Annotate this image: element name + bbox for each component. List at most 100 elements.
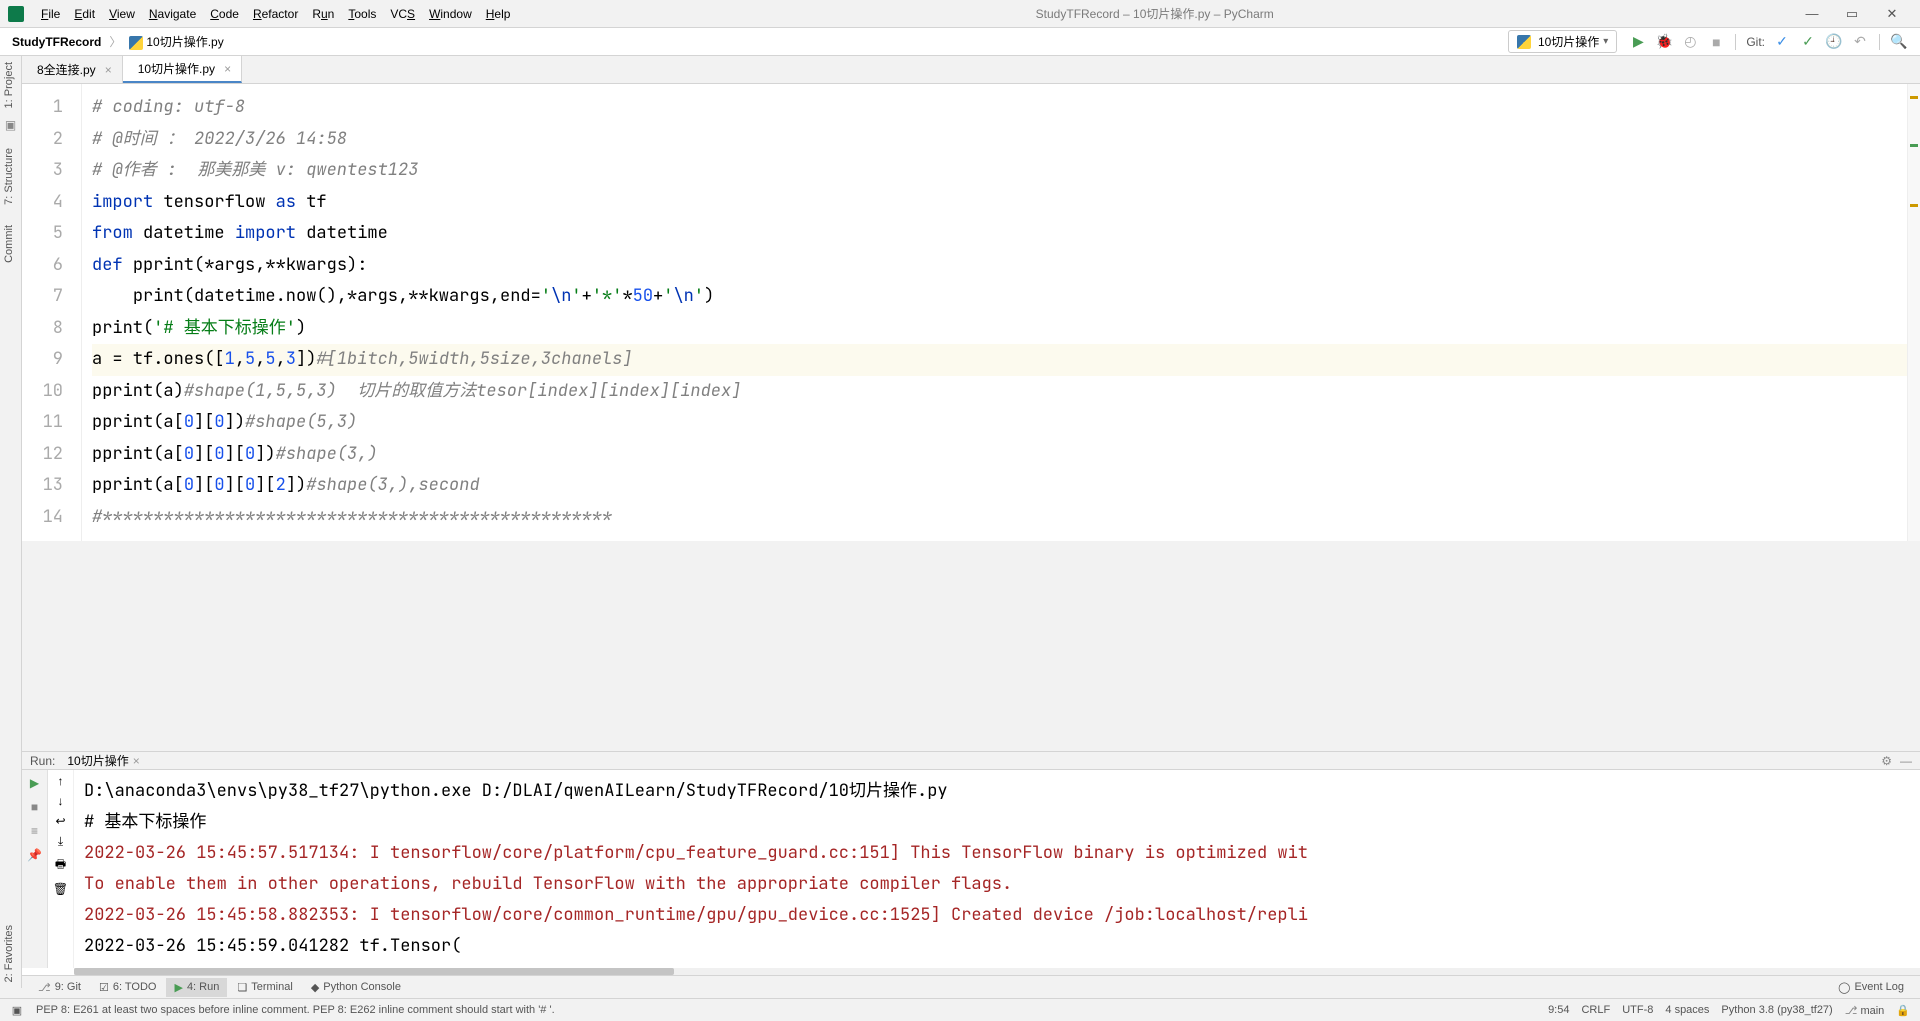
status-branch[interactable]: ⎇ main: [1845, 1004, 1885, 1017]
code-line[interactable]: pprint(a)#shape(1,5,5,3) 切片的取值方法tesor[in…: [92, 376, 1907, 408]
line-number[interactable]: 3: [22, 155, 63, 187]
scrollbar-thumb[interactable]: [74, 968, 674, 975]
breadcrumb-project[interactable]: StudyTFRecord: [8, 34, 105, 50]
code-line[interactable]: def pprint(*args,**kwargs):: [92, 250, 1907, 282]
code-line[interactable]: pprint(a[0][0])#shape(5,3): [92, 407, 1907, 439]
run-button[interactable]: ▶: [1627, 31, 1649, 53]
output-line[interactable]: # 基本下标操作: [84, 807, 1910, 838]
show-toolwindows-icon[interactable]: ▣: [10, 1003, 24, 1017]
up-stack-button[interactable]: ↑: [58, 774, 64, 788]
menu-tools[interactable]: Tools: [341, 7, 383, 21]
code-line[interactable]: #***************************************…: [92, 502, 1907, 534]
code-line[interactable]: pprint(a[0][0][0])#shape(3,): [92, 439, 1907, 471]
status-line-separator[interactable]: CRLF: [1581, 1004, 1610, 1016]
code-line[interactable]: import tensorflow as tf: [92, 187, 1907, 219]
close-icon[interactable]: ×: [105, 63, 112, 77]
line-number[interactable]: 9: [22, 344, 63, 376]
line-number[interactable]: 12: [22, 439, 63, 471]
stop-button[interactable]: ■: [1705, 31, 1727, 53]
window-maximize[interactable]: ▭: [1832, 6, 1872, 22]
line-number[interactable]: 4: [22, 187, 63, 219]
editor-scrollbar[interactable]: [1907, 84, 1920, 541]
code-editor[interactable]: 1234567891011121314 # coding: utf-8# @时间…: [22, 84, 1920, 541]
breadcrumb-file[interactable]: 10切片操作.py: [125, 32, 227, 51]
sidetab-project[interactable]: 1: Project: [0, 56, 18, 114]
output-line[interactable]: 2022-03-26 15:45:58.882353: I tensorflow…: [84, 900, 1910, 931]
status-cursor-pos[interactable]: 9:54: [1548, 1004, 1569, 1016]
code-line[interactable]: from datetime import datetime: [92, 218, 1907, 250]
menu-run[interactable]: Run: [305, 7, 341, 21]
restore-layout-button[interactable]: ≡: [26, 822, 44, 840]
sidetab-favorites[interactable]: 2: Favorites: [0, 919, 18, 988]
git-rollback-button[interactable]: ↶: [1849, 31, 1871, 53]
pin-button[interactable]: 📌: [26, 846, 44, 864]
close-icon[interactable]: ×: [224, 62, 231, 76]
scroll-end-button[interactable]: ⤓: [58, 834, 63, 849]
editor-tab[interactable]: 10切片操作.py ×: [123, 56, 242, 83]
code-line[interactable]: print('# 基本下标操作'): [92, 313, 1907, 345]
close-icon[interactable]: ×: [133, 754, 140, 768]
line-number[interactable]: 5: [22, 218, 63, 250]
menu-code[interactable]: Code: [203, 7, 246, 21]
menu-vcs[interactable]: VCS: [383, 7, 422, 21]
gear-icon[interactable]: ⚙: [1881, 754, 1892, 768]
output-line[interactable]: 2022-03-26 15:45:59.041282 tf.Tensor(: [84, 931, 1910, 962]
code-line[interactable]: pprint(a[0][0][0][2])#shape(3,),second: [92, 470, 1907, 502]
horizontal-scrollbar[interactable]: [74, 968, 1920, 975]
line-number[interactable]: 13: [22, 470, 63, 502]
menu-edit[interactable]: Edit: [67, 7, 102, 21]
line-number[interactable]: 8: [22, 313, 63, 345]
menu-view[interactable]: View: [102, 7, 142, 21]
git-update-button[interactable]: ✓: [1771, 31, 1793, 53]
status-encoding[interactable]: UTF-8: [1622, 1004, 1653, 1016]
code-line[interactable]: print(datetime.now(),*args,**kwargs,end=…: [92, 281, 1907, 313]
sidetab-commit[interactable]: Commit: [0, 219, 18, 269]
debug-button[interactable]: 🐞: [1653, 31, 1675, 53]
menu-file[interactable]: File: [34, 7, 67, 21]
lock-icon[interactable]: 🔒: [1896, 1004, 1910, 1017]
code-line[interactable]: # @作者 : 那美那美 v: qwentest123: [92, 155, 1907, 187]
git-commit-button[interactable]: ✓: [1797, 31, 1819, 53]
run-output[interactable]: D:\anaconda3\envs\py38_tf27\python.exe D…: [74, 770, 1920, 968]
run-config-selector[interactable]: 10切片操作 ▾: [1508, 30, 1617, 53]
output-line[interactable]: To enable them in other operations, rebu…: [84, 869, 1910, 900]
soft-wrap-button[interactable]: ↩: [55, 814, 65, 828]
print-button[interactable]: 🖶: [55, 855, 66, 876]
line-number[interactable]: 7: [22, 281, 63, 313]
coverage-button[interactable]: ◴: [1679, 31, 1701, 53]
menu-window[interactable]: Window: [422, 7, 479, 21]
bottomtab-event-log[interactable]: ◯Event Log: [1830, 978, 1912, 997]
rerun-button[interactable]: ▶: [26, 774, 44, 792]
warning-marker[interactable]: [1910, 96, 1918, 99]
bottomtab-python-console[interactable]: ◆Python Console: [303, 978, 409, 997]
warning-marker[interactable]: [1910, 204, 1918, 207]
bottomtab-todo[interactable]: ☑6: TODO: [91, 978, 164, 997]
status-indent[interactable]: 4 spaces: [1665, 1004, 1709, 1016]
line-number[interactable]: 1: [22, 92, 63, 124]
code-area[interactable]: # coding: utf-8# @时间 ： 2022/3/26 14:58# …: [82, 84, 1907, 541]
bottomtab-git[interactable]: ⎇9: Git: [30, 978, 89, 997]
git-history-button[interactable]: 🕘: [1823, 31, 1845, 53]
output-line[interactable]: 2022-03-26 15:45:57.517134: I tensorflow…: [84, 838, 1910, 869]
sidetab-structure[interactable]: 7: Structure: [0, 142, 18, 211]
line-number[interactable]: 11: [22, 407, 63, 439]
line-number[interactable]: 2: [22, 124, 63, 156]
code-line[interactable]: # coding: utf-8: [92, 92, 1907, 124]
down-stack-button[interactable]: ↓: [58, 794, 64, 808]
clear-button[interactable]: 🗑: [53, 882, 68, 896]
menu-help[interactable]: Help: [479, 7, 518, 21]
code-line[interactable]: a = tf.ones([1,5,5,3])#[1bitch,5width,5s…: [92, 344, 1907, 376]
search-everywhere-button[interactable]: 🔍: [1888, 31, 1910, 53]
bottomtab-terminal[interactable]: ❏Terminal: [229, 978, 300, 997]
minimize-icon[interactable]: —: [1900, 754, 1912, 768]
status-interpreter[interactable]: Python 3.8 (py38_tf27): [1721, 1004, 1832, 1016]
menu-navigate[interactable]: Navigate: [142, 7, 203, 21]
bottomtab-run[interactable]: ▶4: Run: [166, 978, 227, 997]
code-line[interactable]: # @时间 ： 2022/3/26 14:58: [92, 124, 1907, 156]
line-number[interactable]: 6: [22, 250, 63, 282]
line-number[interactable]: 14: [22, 502, 63, 534]
menu-refactor[interactable]: Refactor: [246, 7, 305, 21]
line-number[interactable]: 10: [22, 376, 63, 408]
run-panel-tab[interactable]: 10切片操作 ×: [63, 752, 139, 769]
stop-button[interactable]: ■: [26, 798, 44, 816]
